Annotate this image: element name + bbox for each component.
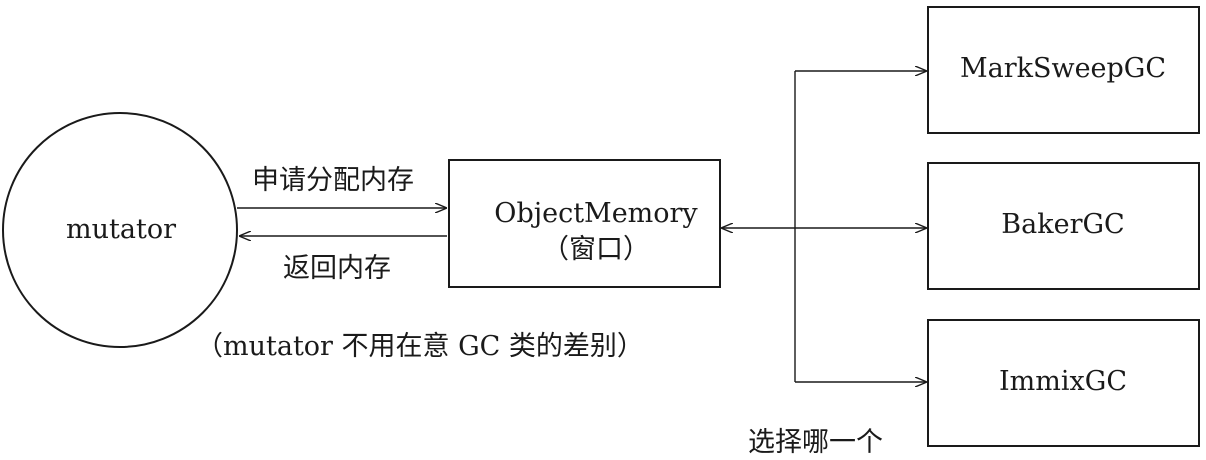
object-memory-label: ObjectMemory bbox=[494, 198, 698, 229]
request-memory-label: 申请分配内存 bbox=[252, 165, 414, 196]
mutator-note: （mutator 不用在意 GC 类的差别） bbox=[196, 331, 644, 362]
mutator-label: mutator bbox=[66, 214, 176, 245]
object-memory-sublabel: （窗口） bbox=[542, 234, 650, 265]
immix-gc-label: ImmixGC bbox=[999, 366, 1127, 397]
select-one-label: 选择哪一个 bbox=[748, 427, 883, 458]
baker-gc-label: BakerGC bbox=[1001, 209, 1125, 240]
marksweep-gc-label: MarkSweepGC bbox=[959, 53, 1167, 84]
return-memory-label: 返回内存 bbox=[283, 253, 391, 284]
